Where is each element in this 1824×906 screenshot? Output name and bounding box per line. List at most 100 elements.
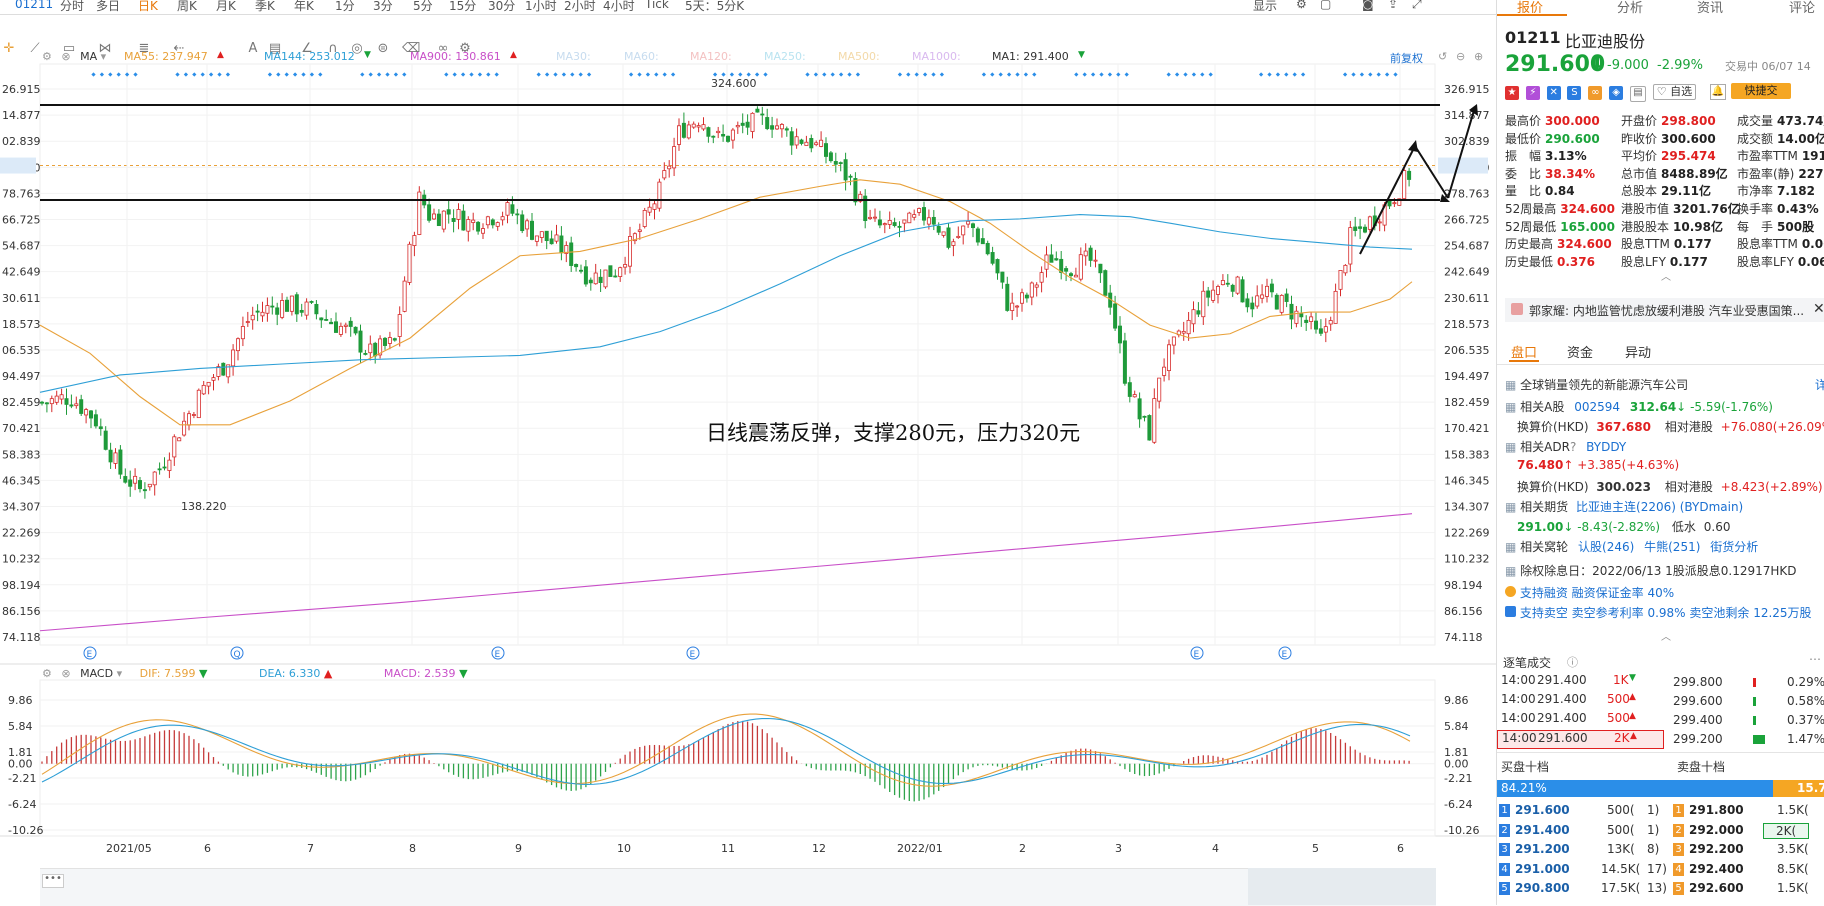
short-text[interactable]: 支持卖空 卖空参考利率 0.98% 卖空池剩余 12.25万股 [1520,606,1812,620]
compare-icon[interactable]: ✕ [1546,86,1561,100]
news-close-icon[interactable]: ✕ [1813,301,1824,317]
ma-legend-item[interactable]: MA500: [838,50,880,63]
news-text[interactable]: 郭家耀: 内地监管忧虑放缓利港股 汽车业受惠国策... [1529,302,1804,319]
more-icon[interactable]: ••• [42,874,64,888]
price-tick-label: 230.611 [1444,292,1490,305]
ma-legend-item[interactable]: MA250: [764,50,806,63]
ma-legend-item[interactable]: MA900: 130.861 [410,50,501,63]
period-tab-5m[interactable]: 5分 [413,0,433,14]
subtab-movement[interactable]: 异动 [1625,342,1651,361]
line-tool-icon[interactable]: ⟋ [28,42,42,56]
star-icon[interactable]: ★ [1505,86,1519,100]
period-tab-15m[interactable]: 15分 [449,0,476,14]
settings-icon[interactable]: ⚙ [42,50,52,63]
period-tab-4h[interactable]: 4小时 [603,0,635,14]
crosshair-icon[interactable]: ✛ [2,42,16,56]
event-marker [1359,72,1365,77]
display-menu[interactable]: 显示 [1253,0,1277,14]
lightning-icon[interactable]: ⚡ [1525,86,1540,100]
navigator[interactable] [40,868,1436,906]
quote-value: 165.000 [1560,219,1615,234]
period-tab-day[interactable]: 日K [138,0,158,14]
candle-body [319,317,324,321]
ma-legend-item[interactable]: MA1000: [912,50,961,63]
plus-icon[interactable]: ⊕ [1474,50,1483,63]
dollar-icon[interactable]: S [1567,86,1582,100]
period-tab-month[interactable]: 月K [216,0,236,14]
period-tab-1h[interactable]: 1小时 [525,0,557,14]
watchlist-button[interactable]: ♡ 自选 [1652,84,1697,100]
ma-legend-item[interactable]: MA1: 291.400 [992,50,1069,63]
event-marker [1384,72,1390,77]
subtab-pankou[interactable]: 盘口 [1511,342,1537,361]
chevron-down-icon[interactable]: ▾ [117,667,123,680]
tab-news[interactable]: 资讯 [1697,0,1723,16]
quote-key: 振 幅 [1505,149,1542,164]
settings-icon[interactable]: ⚙ [42,667,52,680]
ma-legend-item[interactable]: MA55: 237.947 [124,50,208,63]
tag-icon[interactable]: ◈ [1609,86,1624,100]
candle-body [1181,331,1186,334]
kline-chart[interactable]: 326.915 26.915 314.877 14.877 302.839 02.839 2… [0,0,1496,905]
period-tab-tick[interactable]: Tick [645,0,669,11]
settings-icon[interactable]: ⚙ [1296,0,1307,11]
collapse-icon[interactable]: ︿ [1661,628,1671,643]
candle-body [1333,290,1338,324]
close-icon[interactable]: ⊗ [61,50,70,63]
layout-icon[interactable]: ▢ [1320,0,1331,11]
period-tab-3m[interactable]: 3分 [373,0,393,14]
period-tab-year[interactable]: 年K [294,0,314,14]
period-tab-week[interactable]: 周K [177,0,197,14]
share-icon[interactable]: ⇪ [1388,0,1398,11]
related-adr-code[interactable]: BYDDY [1586,440,1626,454]
candle-body [476,221,481,232]
period-tab-2h[interactable]: 2小时 [564,0,596,14]
bell-icon[interactable]: 🔔 [1710,84,1726,100]
related-a-code[interactable]: 002594 [1574,400,1620,414]
warrants-analysis[interactable]: 街货分析 [1710,540,1758,554]
chevron-down-icon[interactable]: ▾ [101,50,107,63]
navigator-handle[interactable] [1248,868,1436,905]
futures-code[interactable]: (BYDmain) [1680,500,1744,514]
chart-area[interactable]: 01211 分时 多日 日K 周K 月K 季K 年K 1分 3分 5分 15分 … [0,0,1496,906]
quick-trade-button[interactable]: 快捷交 [1731,83,1791,99]
detail-link[interactable]: 详 [1815,376,1824,393]
ma-legend-item[interactable]: MA30: [556,50,591,63]
period-tab-30m[interactable]: 30分 [488,0,515,14]
subtab-funds[interactable]: 资金 [1567,342,1593,361]
close-icon[interactable]: ⊗ [61,667,70,680]
warrants-cbbc[interactable]: 牛熊(251) [1644,540,1700,554]
fullscreen-icon[interactable]: ⤢ [1412,0,1422,12]
camera-icon[interactable]: ◙ [1362,0,1374,11]
help-icon[interactable]: ⓘ [1567,654,1578,670]
candle-body [1201,290,1206,318]
stock-code-tab[interactable]: 01211 [15,0,53,11]
tab-analysis[interactable]: 分析 [1617,0,1643,16]
ma-label[interactable]: MA [80,50,97,63]
lock-icon[interactable]: ⊜ [376,42,390,56]
period-tab-fenshi[interactable]: 分时 [60,0,84,14]
quote-cell: 市盈率(静)227.9 [1737,165,1824,182]
text-tool-icon[interactable]: A [246,42,260,56]
warrants-call[interactable]: 认股(246) [1578,540,1634,554]
period-tab-quarter[interactable]: 季K [255,0,275,14]
ma-legend-item[interactable]: MA60: [624,50,659,63]
adjust-label[interactable]: 前复权 [1390,50,1423,66]
undo-icon[interactable]: ↺ [1438,50,1447,63]
minus-icon[interactable]: ⊖ [1456,50,1465,63]
futures-name[interactable]: 比亚迪主连(2206) [1576,500,1676,514]
more-icon[interactable]: ⋯ [1809,652,1821,666]
period-tab-5day[interactable]: 5天：5分K [685,0,744,14]
tab-comments[interactable]: 评论 [1789,0,1815,16]
macd-label[interactable]: MACD [80,667,113,680]
collapse-icon[interactable]: ︿ [1661,268,1671,283]
help-icon[interactable]: ? [1570,440,1576,454]
period-tab-1m[interactable]: 1分 [335,0,355,14]
ma-legend-item[interactable]: MA144: 253.012 [264,50,355,63]
doc-icon[interactable]: ▤ [1629,86,1646,102]
margin-text[interactable]: 支持融资 融资保证金率 40% [1520,586,1674,600]
link-icon[interactable]: ∞ [1588,86,1603,100]
period-tab-duori[interactable]: 多日 [96,0,120,14]
ma-legend-item[interactable]: MA120: [690,50,732,63]
bid-price: 290.800 [1515,881,1570,895]
